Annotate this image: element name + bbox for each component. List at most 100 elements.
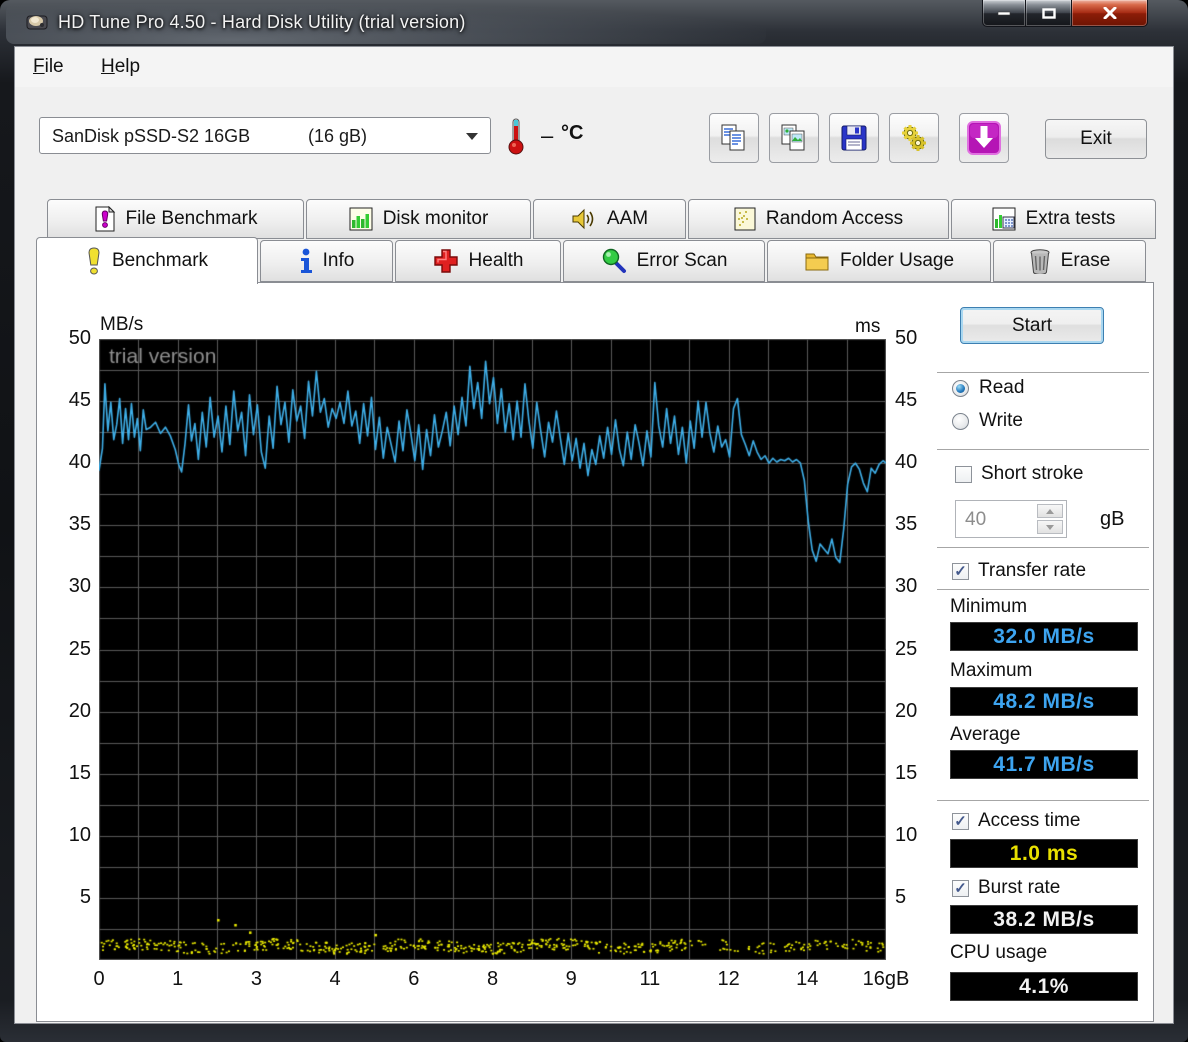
y-tick-right: 40: [895, 451, 918, 474]
maximum-value-display: 48.2 MB/s: [950, 687, 1138, 716]
chevron-down-icon: [466, 133, 478, 140]
tab-health[interactable]: Health: [395, 240, 561, 282]
separator: [937, 547, 1149, 549]
x-tick: 14: [796, 968, 819, 990]
average-label: Average: [950, 724, 1021, 745]
drive-selector[interactable]: SanDisk pSSD-S2 16GB (16 gB): [39, 117, 491, 154]
transfer-rate-label: Transfer rate: [978, 560, 1087, 581]
tab-label: Folder Usage: [839, 250, 955, 271]
menu-help[interactable]: Help: [101, 56, 140, 78]
burst-rate-value-display: 38.2 MB/s: [950, 905, 1138, 934]
write-radio[interactable]: [952, 412, 969, 430]
cpu-usage-value-display: 4.1%: [950, 972, 1138, 1001]
spin-up-icon[interactable]: [1037, 504, 1063, 518]
burst-rate-row[interactable]: ✓ Burst rate: [952, 877, 1060, 899]
tab-label: Erase: [1060, 250, 1111, 271]
tab-error-scan[interactable]: Error Scan: [563, 240, 765, 282]
drive-name: SanDisk pSSD-S2 16GB: [52, 126, 251, 146]
app-window: HD Tune Pro 4.50 - Hard Disk Utility (tr…: [0, 0, 1188, 1042]
y-tick-left: 20: [68, 699, 91, 722]
burst-rate-checkbox[interactable]: ✓: [952, 879, 969, 897]
x-tick: 4: [329, 968, 341, 990]
health-icon: [433, 248, 459, 274]
tab-label: File Benchmark: [125, 208, 258, 229]
short-stroke-checkbox[interactable]: [955, 465, 972, 483]
title-bar[interactable]: HD Tune Pro 4.50 - Hard Disk Utility (tr…: [0, 0, 1188, 46]
short-stroke-label: Short stroke: [981, 463, 1084, 484]
check-icon: ✓: [954, 812, 967, 830]
chart-canvas: [99, 339, 886, 960]
download-results-button[interactable]: [959, 113, 1009, 163]
drive-capacity: (16 gB): [308, 126, 368, 146]
x-tick: 9: [565, 968, 577, 990]
separator: [937, 372, 1149, 374]
file-benchmark-icon: [94, 206, 116, 232]
y-tick-left: 10: [68, 823, 91, 846]
magnifier-icon: [601, 248, 627, 274]
x-tick: 1: [172, 968, 184, 990]
access-time-checkbox[interactable]: ✓: [952, 812, 969, 830]
y-tick-right: 35: [895, 513, 918, 536]
check-icon: ✓: [954, 879, 967, 897]
x-tick: 8: [486, 968, 499, 990]
copy-text-button[interactable]: [709, 113, 759, 163]
options-icon: [902, 125, 926, 151]
y-tick-left: 5: [79, 885, 91, 908]
transfer-rate-checkbox[interactable]: ✓: [952, 562, 969, 580]
window-title: HD Tune Pro 4.50 - Hard Disk Utility (tr…: [58, 12, 466, 32]
y-tick-right: 30: [895, 575, 918, 598]
tab-label: Error Scan: [636, 250, 728, 271]
read-radio-row[interactable]: Read: [952, 377, 1024, 399]
x-tick: 6: [408, 968, 420, 990]
tab-label: Benchmark: [111, 250, 209, 271]
temperature-indicator: – °C: [507, 117, 617, 155]
copy-image-button[interactable]: [769, 113, 819, 163]
client-area: File Help SanDisk pSSD-S2 16GB (16 gB) –…: [14, 46, 1174, 1024]
short-stroke-row[interactable]: Short stroke: [955, 463, 1083, 485]
tab-disk-monitor[interactable]: Disk monitor: [306, 199, 531, 239]
y-tick-right: 45: [895, 389, 918, 412]
disk-monitor-icon: [349, 207, 373, 231]
y-left-axis-unit: MB/s: [100, 314, 144, 335]
check-icon: ✓: [954, 562, 967, 580]
x-tick: 3: [250, 968, 262, 990]
x-tick: 11: [639, 968, 661, 990]
tab-label: Health: [468, 250, 524, 271]
random-access-icon: [734, 207, 756, 231]
speaker-icon: [571, 207, 597, 231]
spinner-buttons[interactable]: [1037, 504, 1063, 534]
tab-aam[interactable]: AAM: [533, 199, 686, 239]
short-stroke-size-field[interactable]: 40: [955, 500, 1067, 538]
tab-random-access[interactable]: Random Access: [688, 199, 949, 239]
short-stroke-size-value: 40: [965, 509, 987, 530]
x-tick: 12: [717, 968, 740, 990]
menu-file[interactable]: File: [33, 56, 64, 78]
menu-bar: File Help: [15, 47, 1173, 87]
tab-folder-usage[interactable]: Folder Usage: [767, 240, 991, 282]
tab-label: Extra tests: [1025, 208, 1116, 229]
start-button[interactable]: Start: [960, 307, 1104, 344]
tab-info[interactable]: Info: [260, 240, 393, 282]
tab-extra-tests[interactable]: Extra tests: [951, 199, 1156, 239]
separator: [937, 589, 1149, 591]
minimize-button[interactable]: [982, 0, 1026, 27]
spin-down-icon[interactable]: [1037, 520, 1063, 534]
options-button[interactable]: [889, 113, 939, 163]
copy-image-icon: [781, 124, 805, 151]
maximize-button[interactable]: [1026, 0, 1072, 27]
minimum-value-display: 32.0 MB/s: [950, 622, 1138, 651]
exit-button[interactable]: Exit: [1045, 119, 1147, 159]
temperature-unit: °C: [561, 122, 584, 144]
read-radio[interactable]: [952, 379, 969, 397]
y-tick-right: 50: [895, 327, 918, 349]
write-radio-row[interactable]: Write: [952, 410, 1023, 432]
tab-erase[interactable]: Erase: [993, 240, 1146, 282]
tab-file-benchmark[interactable]: File Benchmark: [47, 199, 304, 239]
info-icon: [299, 248, 313, 274]
write-label: Write: [979, 410, 1023, 431]
access-time-row[interactable]: ✓ Access time: [952, 810, 1080, 832]
transfer-rate-row[interactable]: ✓ Transfer rate: [952, 560, 1086, 582]
save-button[interactable]: [829, 113, 879, 163]
close-button[interactable]: [1072, 0, 1148, 27]
tab-benchmark[interactable]: Benchmark: [36, 237, 258, 284]
